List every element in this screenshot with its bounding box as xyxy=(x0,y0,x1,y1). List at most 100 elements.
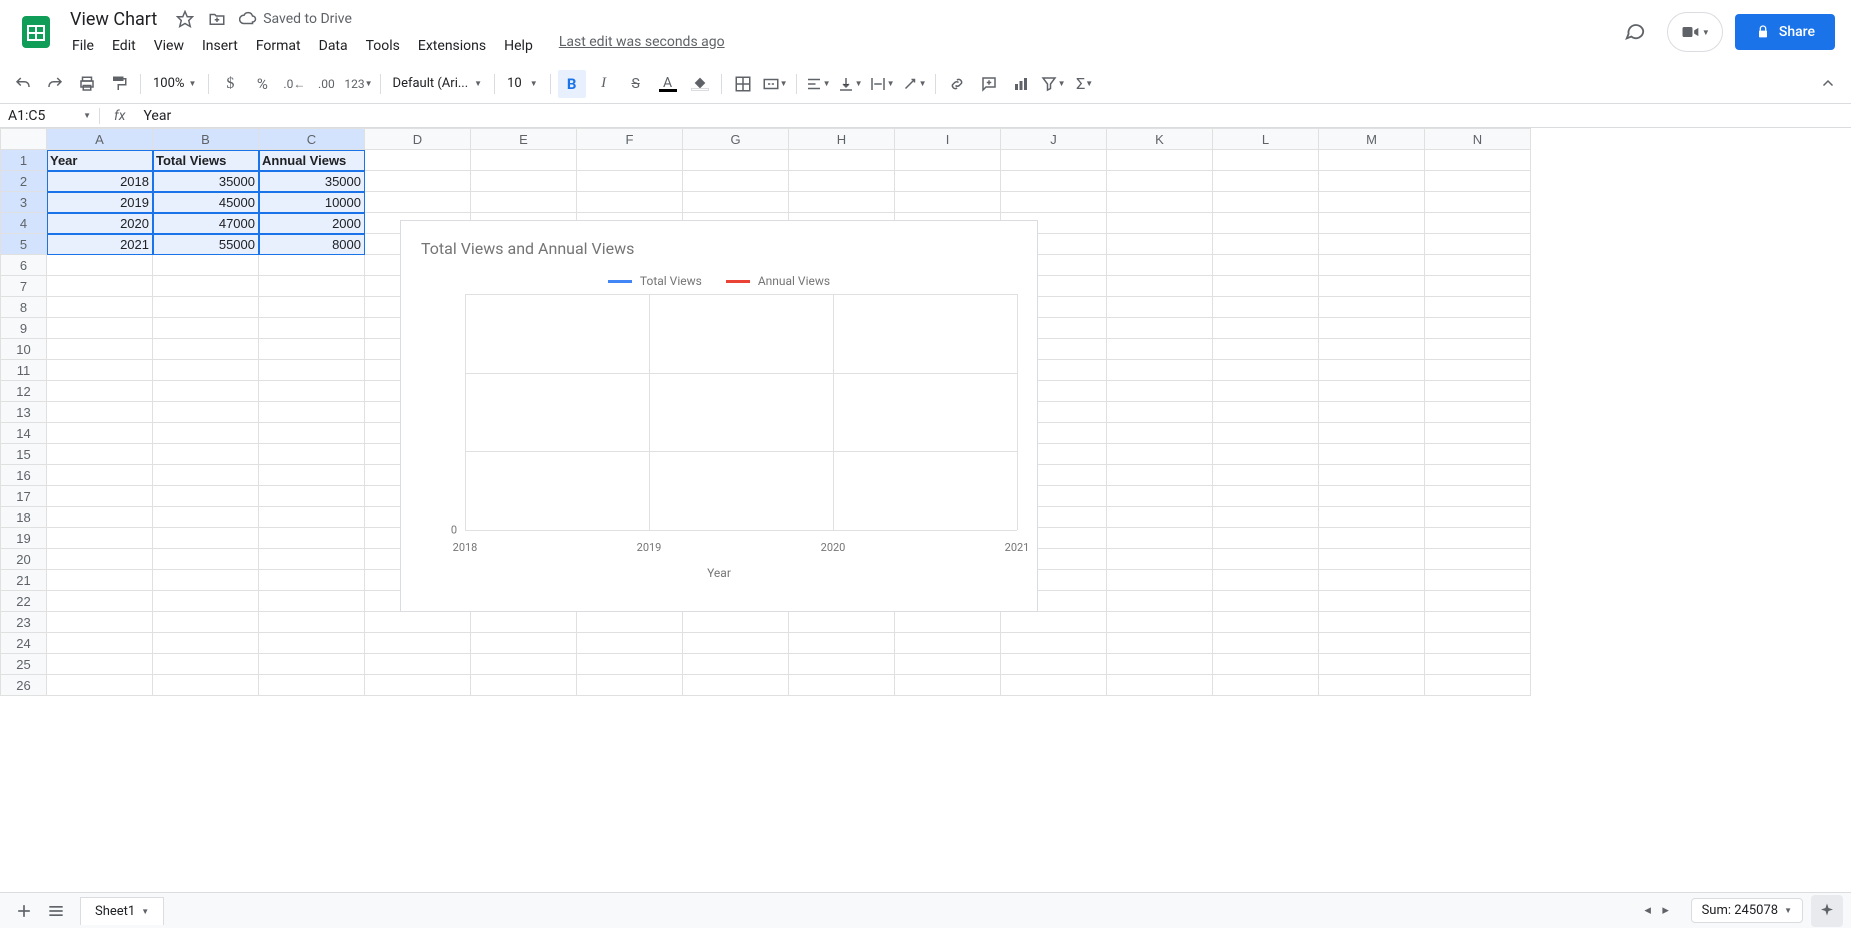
cell[interactable] xyxy=(1319,612,1425,633)
cell[interactable] xyxy=(1425,276,1531,297)
cell[interactable] xyxy=(47,528,153,549)
cell[interactable] xyxy=(259,507,365,528)
cell[interactable] xyxy=(1213,213,1319,234)
cell[interactable] xyxy=(471,633,577,654)
cell[interactable]: 2021 xyxy=(47,234,153,255)
cell[interactable]: 47000 xyxy=(153,213,259,234)
cell[interactable] xyxy=(259,297,365,318)
link-icon[interactable] xyxy=(943,70,971,98)
cell[interactable] xyxy=(1319,528,1425,549)
col-header[interactable]: F xyxy=(577,129,683,150)
cell[interactable] xyxy=(1107,360,1213,381)
row-header[interactable]: 20 xyxy=(1,549,47,570)
cell[interactable] xyxy=(471,192,577,213)
row-header[interactable]: 16 xyxy=(1,465,47,486)
cell[interactable] xyxy=(153,654,259,675)
cell[interactable] xyxy=(1213,633,1319,654)
cell[interactable] xyxy=(1425,675,1531,696)
row-header[interactable]: 4 xyxy=(1,213,47,234)
cell[interactable] xyxy=(47,402,153,423)
row-header[interactable]: 2 xyxy=(1,171,47,192)
cell[interactable] xyxy=(1107,339,1213,360)
cell[interactable]: Annual Views xyxy=(259,150,365,171)
explore-icon[interactable] xyxy=(1811,895,1843,927)
cell[interactable] xyxy=(153,444,259,465)
cell[interactable] xyxy=(153,675,259,696)
cell[interactable] xyxy=(895,675,1001,696)
cell[interactable] xyxy=(1425,633,1531,654)
row-header[interactable]: 7 xyxy=(1,276,47,297)
cell[interactable] xyxy=(47,507,153,528)
font-size-select[interactable]: 10▼ xyxy=(501,76,544,91)
row-header[interactable]: 6 xyxy=(1,255,47,276)
add-sheet-icon[interactable] xyxy=(8,895,40,927)
cell[interactable] xyxy=(683,612,789,633)
increase-decimal-icon[interactable]: .00 xyxy=(312,70,340,98)
cell[interactable] xyxy=(259,423,365,444)
cell[interactable] xyxy=(577,612,683,633)
cell[interactable] xyxy=(1425,507,1531,528)
cell[interactable] xyxy=(47,276,153,297)
menu-data[interactable]: Data xyxy=(311,34,356,58)
cell[interactable] xyxy=(895,171,1001,192)
cell[interactable] xyxy=(895,654,1001,675)
cell[interactable] xyxy=(259,654,365,675)
cell[interactable] xyxy=(259,549,365,570)
sheet-tab[interactable]: Sheet1▼ xyxy=(80,897,164,925)
cell[interactable] xyxy=(1425,654,1531,675)
cell[interactable] xyxy=(259,465,365,486)
rotate-button[interactable]: ▼ xyxy=(900,70,928,98)
cell[interactable] xyxy=(153,255,259,276)
cell[interactable] xyxy=(1319,402,1425,423)
cell[interactable] xyxy=(1001,171,1107,192)
cell[interactable] xyxy=(259,633,365,654)
cell[interactable] xyxy=(47,612,153,633)
bold-button[interactable]: B xyxy=(558,70,586,98)
row-header[interactable]: 11 xyxy=(1,360,47,381)
comment-icon[interactable] xyxy=(975,70,1003,98)
cell[interactable] xyxy=(153,339,259,360)
cell[interactable] xyxy=(259,675,365,696)
cell[interactable] xyxy=(1107,276,1213,297)
cell[interactable] xyxy=(47,381,153,402)
cell[interactable] xyxy=(365,150,471,171)
decrease-decimal-icon[interactable]: .0← xyxy=(280,70,308,98)
cell[interactable] xyxy=(153,549,259,570)
cell[interactable] xyxy=(1107,654,1213,675)
cell[interactable] xyxy=(1213,255,1319,276)
cell[interactable] xyxy=(1319,339,1425,360)
embedded-chart[interactable]: Total Views and Annual Views Total Views… xyxy=(400,220,1038,612)
row-header[interactable]: 25 xyxy=(1,654,47,675)
scroll-left-icon[interactable]: ◂ xyxy=(1639,895,1657,927)
cell[interactable] xyxy=(153,276,259,297)
cell[interactable] xyxy=(1213,675,1319,696)
cell[interactable] xyxy=(1319,276,1425,297)
cell[interactable] xyxy=(789,675,895,696)
cell[interactable] xyxy=(1107,486,1213,507)
cell[interactable]: 2000 xyxy=(259,213,365,234)
cell[interactable] xyxy=(1319,213,1425,234)
cell[interactable] xyxy=(1425,402,1531,423)
cell[interactable] xyxy=(1319,507,1425,528)
cell[interactable] xyxy=(1107,633,1213,654)
cell[interactable] xyxy=(1213,381,1319,402)
col-header[interactable]: C xyxy=(259,129,365,150)
cell[interactable] xyxy=(365,171,471,192)
cell[interactable] xyxy=(1425,549,1531,570)
row-header[interactable]: 12 xyxy=(1,381,47,402)
cell[interactable] xyxy=(1319,150,1425,171)
cell[interactable] xyxy=(789,612,895,633)
cell[interactable] xyxy=(153,612,259,633)
cell[interactable] xyxy=(1425,360,1531,381)
cell[interactable] xyxy=(1107,381,1213,402)
cell[interactable] xyxy=(683,150,789,171)
strikethrough-button[interactable]: S xyxy=(622,70,650,98)
cell[interactable] xyxy=(683,171,789,192)
cell[interactable] xyxy=(259,444,365,465)
row-header[interactable]: 22 xyxy=(1,591,47,612)
menu-extensions[interactable]: Extensions xyxy=(410,34,494,58)
col-header[interactable]: N xyxy=(1425,129,1531,150)
currency-icon[interactable]: $ xyxy=(216,70,244,98)
cell[interactable] xyxy=(153,318,259,339)
cell[interactable] xyxy=(577,150,683,171)
